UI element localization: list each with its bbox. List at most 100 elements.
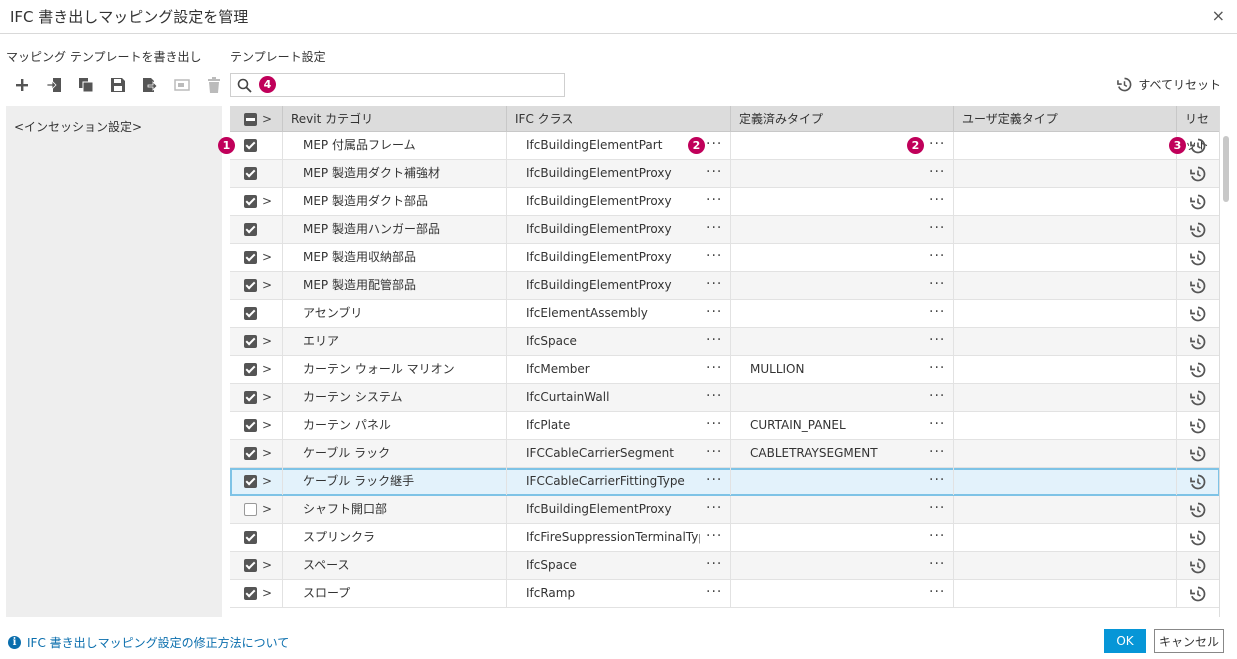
row-checkbox[interactable] bbox=[244, 503, 257, 516]
select-all-checkbox[interactable] bbox=[244, 113, 257, 126]
predefined-type-more-button[interactable]: ··· bbox=[929, 440, 945, 467]
row-checkbox[interactable] bbox=[244, 139, 257, 152]
ifc-class-more-button[interactable]: ··· bbox=[706, 272, 722, 299]
reset-row-history-icon[interactable] bbox=[1190, 446, 1206, 465]
table-row[interactable]: MEP 製造用ダクト補強材 IfcBuildingElementProxy ··· ·… bbox=[230, 160, 1219, 188]
row-user-defined-type[interactable] bbox=[965, 580, 1170, 607]
row-user-defined-type[interactable] bbox=[965, 524, 1170, 551]
table-row[interactable]: アセンブリ IfcElementAssembly ··· ··· bbox=[230, 300, 1219, 328]
column-header-ifc-class[interactable]: IFC クラス bbox=[506, 106, 730, 132]
search-input[interactable] bbox=[257, 76, 557, 94]
predefined-type-more-button[interactable]: ··· bbox=[929, 272, 945, 299]
row-checkbox[interactable] bbox=[244, 251, 257, 264]
close-icon[interactable]: × bbox=[1212, 6, 1225, 25]
row-user-defined-type[interactable] bbox=[965, 132, 1170, 159]
row-checkbox[interactable] bbox=[244, 475, 257, 488]
ifc-class-more-button[interactable]: ··· bbox=[706, 132, 722, 159]
reset-row-history-icon[interactable] bbox=[1190, 194, 1206, 213]
expand-chevron-icon[interactable]: > bbox=[262, 419, 272, 432]
row-checkbox[interactable] bbox=[244, 531, 257, 544]
ifc-class-more-button[interactable]: ··· bbox=[706, 216, 722, 243]
row-checkbox[interactable] bbox=[244, 335, 257, 348]
row-checkbox[interactable] bbox=[244, 167, 257, 180]
export-icon[interactable] bbox=[134, 72, 166, 98]
predefined-type-more-button[interactable]: ··· bbox=[929, 552, 945, 579]
reset-row-history-icon[interactable] bbox=[1190, 474, 1206, 493]
predefined-type-more-button[interactable]: ··· bbox=[929, 412, 945, 439]
reset-row-history-icon[interactable] bbox=[1190, 166, 1206, 185]
column-header-category[interactable]: Revit カテゴリ bbox=[282, 106, 506, 132]
expand-chevron-icon[interactable]: > bbox=[262, 251, 272, 264]
row-checkbox[interactable] bbox=[244, 195, 257, 208]
row-user-defined-type[interactable] bbox=[965, 188, 1170, 215]
ifc-class-more-button[interactable]: ··· bbox=[706, 244, 722, 271]
reset-row-history-icon[interactable] bbox=[1190, 418, 1206, 437]
table-row[interactable]: > スロープ IfcRamp ··· ··· bbox=[230, 580, 1219, 608]
row-user-defined-type[interactable] bbox=[965, 272, 1170, 299]
ifc-class-more-button[interactable]: ··· bbox=[706, 300, 722, 327]
predefined-type-more-button[interactable]: ··· bbox=[929, 160, 945, 187]
reset-all-button[interactable]: すべてリセット bbox=[1117, 76, 1221, 93]
predefined-type-more-button[interactable]: ··· bbox=[929, 524, 945, 551]
predefined-type-more-button[interactable]: ··· bbox=[929, 468, 945, 495]
table-row[interactable]: > カーテン システム IfcCurtainWall ··· ··· bbox=[230, 384, 1219, 412]
table-row[interactable]: > シャフト開口部 IfcBuildingElementProxy ··· ··· bbox=[230, 496, 1219, 524]
reset-row-history-icon[interactable] bbox=[1190, 502, 1206, 521]
table-row[interactable]: > カーテン ウォール マリオン IfcMember ··· MULLION ··· bbox=[230, 356, 1219, 384]
expand-all-chevron-icon[interactable]: > bbox=[262, 113, 272, 126]
row-user-defined-type[interactable] bbox=[965, 440, 1170, 467]
predefined-type-more-button[interactable]: ··· bbox=[929, 496, 945, 523]
reset-row-history-icon[interactable] bbox=[1190, 334, 1206, 353]
table-row[interactable]: > カーテン パネル IfcPlate ··· CURTAIN_PANEL ··· bbox=[230, 412, 1219, 440]
column-header-user-defined-type[interactable]: ユーザ定義タイプ bbox=[953, 106, 1176, 132]
table-row[interactable]: MEP 付属品フレーム IfcBuildingElementPart ··· ··· bbox=[230, 132, 1219, 160]
reset-row-history-icon[interactable] bbox=[1190, 306, 1206, 325]
expand-chevron-icon[interactable]: > bbox=[262, 195, 272, 208]
row-user-defined-type[interactable] bbox=[965, 384, 1170, 411]
reset-row-history-icon[interactable] bbox=[1190, 390, 1206, 409]
reset-row-history-icon[interactable] bbox=[1190, 250, 1206, 269]
ifc-class-more-button[interactable]: ··· bbox=[706, 412, 722, 439]
table-row[interactable]: > スペース IfcSpace ··· ··· bbox=[230, 552, 1219, 580]
ifc-class-more-button[interactable]: ··· bbox=[706, 524, 722, 551]
row-user-defined-type[interactable] bbox=[965, 496, 1170, 523]
predefined-type-more-button[interactable]: ··· bbox=[929, 328, 945, 355]
row-user-defined-type[interactable] bbox=[965, 244, 1170, 271]
template-item-in-session[interactable]: <インセッション設定> bbox=[14, 118, 142, 135]
row-user-defined-type[interactable] bbox=[965, 412, 1170, 439]
row-user-defined-type[interactable] bbox=[965, 300, 1170, 327]
expand-chevron-icon[interactable]: > bbox=[262, 335, 272, 348]
ifc-class-more-button[interactable]: ··· bbox=[706, 552, 722, 579]
row-checkbox[interactable] bbox=[244, 363, 257, 376]
expand-chevron-icon[interactable]: > bbox=[262, 559, 272, 572]
row-user-defined-type[interactable] bbox=[965, 216, 1170, 243]
cancel-button[interactable]: キャンセル bbox=[1154, 629, 1224, 653]
row-checkbox[interactable] bbox=[244, 419, 257, 432]
ifc-class-more-button[interactable]: ··· bbox=[706, 188, 722, 215]
reset-row-history-icon[interactable] bbox=[1190, 530, 1206, 549]
expand-chevron-icon[interactable]: > bbox=[262, 363, 272, 376]
expand-chevron-icon[interactable]: > bbox=[262, 475, 272, 488]
vertical-scrollbar[interactable] bbox=[1222, 132, 1230, 617]
row-checkbox[interactable] bbox=[244, 391, 257, 404]
table-row[interactable]: > MEP 製造用ダクト部品 IfcBuildingElementProxy ··· ·… bbox=[230, 188, 1219, 216]
copy-icon[interactable] bbox=[70, 72, 102, 98]
row-user-defined-type[interactable] bbox=[965, 468, 1170, 495]
help-link[interactable]: i IFC 書き出しマッピング設定の修正方法について bbox=[8, 634, 289, 651]
row-user-defined-type[interactable] bbox=[965, 328, 1170, 355]
reset-row-history-icon[interactable] bbox=[1190, 138, 1206, 157]
ifc-class-more-button[interactable]: ··· bbox=[706, 328, 722, 355]
expand-chevron-icon[interactable]: > bbox=[262, 587, 272, 600]
row-user-defined-type[interactable] bbox=[965, 552, 1170, 579]
row-checkbox[interactable] bbox=[244, 223, 257, 236]
row-checkbox[interactable] bbox=[244, 279, 257, 292]
row-user-defined-type[interactable] bbox=[965, 356, 1170, 383]
predefined-type-more-button[interactable]: ··· bbox=[929, 244, 945, 271]
reset-row-history-icon[interactable] bbox=[1190, 222, 1206, 241]
import-icon[interactable] bbox=[38, 72, 70, 98]
expand-chevron-icon[interactable]: > bbox=[262, 447, 272, 460]
expand-chevron-icon[interactable]: > bbox=[262, 279, 272, 292]
column-header-predefined-type[interactable]: 定義済みタイプ bbox=[730, 106, 953, 132]
reset-row-history-icon[interactable] bbox=[1190, 558, 1206, 577]
ifc-class-more-button[interactable]: ··· bbox=[706, 468, 722, 495]
